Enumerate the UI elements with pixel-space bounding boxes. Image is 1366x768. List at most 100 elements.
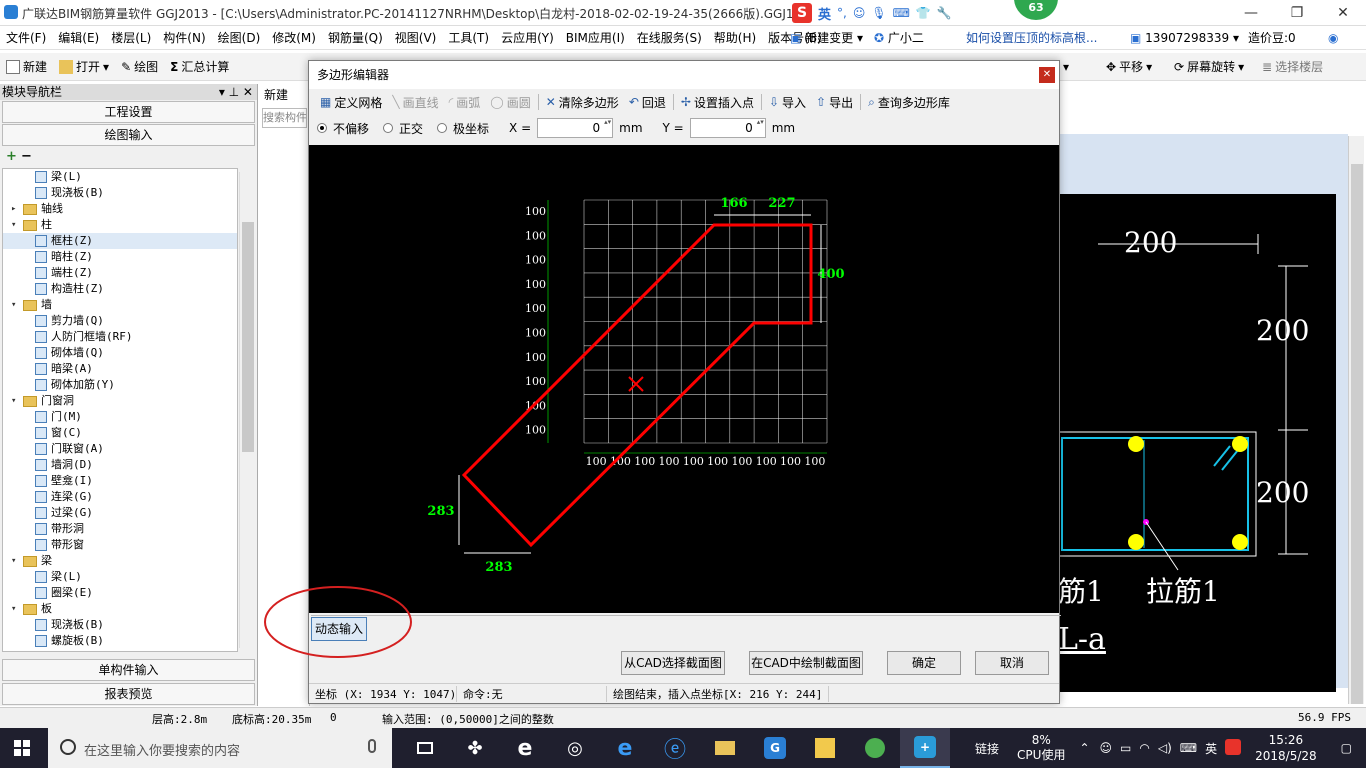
restore-icon[interactable]: ❐ [1274,0,1320,26]
tree-item[interactable]: ▾ 柱 [3,217,237,233]
y-input[interactable]: 0 [689,118,766,138]
insert-point-button[interactable]: ✢ 设置插入点 [676,94,759,111]
task-view-icon[interactable] [400,728,450,768]
tree-item[interactable]: 连梁(G) [3,489,237,505]
scroll-thumb[interactable] [242,222,254,452]
search-button[interactable]: ⌕ 查询多边形库 [863,94,955,111]
taskbar-search[interactable]: 在这里输入你要搜索的内容 [48,728,392,768]
tree-item[interactable]: 门联窗(A) [3,441,237,457]
select-floor-button[interactable]: ≣ 选择楼层 [1256,53,1329,81]
network-app-icon[interactable]: ◎ [550,728,600,768]
open-button[interactable]: 打开 ▾ [53,53,115,81]
tree-item[interactable]: 带形窗 [3,537,237,553]
new-button[interactable]: 新建 [0,53,53,81]
sum-calc-button[interactable]: Σ 汇总计算 [164,53,235,81]
windows-start-icon[interactable] [14,740,30,756]
menu-item[interactable]: 构件(N) [157,26,211,50]
cad-scroll-thumb[interactable] [1351,164,1363,704]
tree-item[interactable]: 砌体加筋(Y) [3,377,237,393]
single-input-button[interactable]: 单构件输入 [2,659,255,681]
circle-button[interactable]: ◯ 画圆 [485,94,535,111]
tree-item[interactable]: 墙洞(D) [3,457,237,473]
notes-app-icon[interactable] [800,728,850,768]
microphone-icon[interactable] [368,739,376,753]
cad-canvas[interactable]: 200 200 200 筋1 拉筋1 L-a [1057,194,1336,692]
ok-button[interactable]: 确定 [887,651,961,675]
tree-scrollbar[interactable] [239,172,255,648]
tree-item[interactable]: ▾ 板 [3,601,237,617]
notification-badge[interactable]: 63 [1014,0,1058,20]
draw-input-button[interactable]: 绘图输入 [2,124,255,146]
tree-item[interactable]: 窗(C) [3,425,237,441]
tree-item[interactable]: 端柱(Z) [3,265,237,281]
menu-item[interactable]: 在线服务(S) [631,26,708,50]
pan-button[interactable]: ✥ 平移 ▾ [1100,53,1158,81]
ie-browser-icon[interactable]: e [500,728,550,768]
tree-item[interactable]: 砌体墙(Q) [3,345,237,361]
import-button[interactable]: ⇩ 导入 [764,94,811,111]
tree-item[interactable]: ▸ 轴线 [3,201,237,217]
expand-toggle-icon[interactable]: ▾ [11,217,21,233]
new-change-menu[interactable]: ▣ 新建变更 ▾ [790,26,863,50]
menu-item[interactable]: 工具(T) [442,26,495,50]
menu-item[interactable]: 楼层(L) [105,26,157,50]
export-button[interactable]: ⇧ 导出 [811,94,858,111]
punctuation-icon[interactable]: °, [837,6,847,20]
rotate-button[interactable]: ⟳ 屏幕旋转 ▾ [1168,53,1250,81]
x-input[interactable]: 0 [537,118,614,138]
xiaoer-menu[interactable]: ✪ 广小二 [874,26,924,50]
tree-item[interactable]: 人防门框墙(RF) [3,329,237,345]
expand-all-icon[interactable]: + [6,149,17,164]
dialog-close-icon[interactable]: ✕ [1039,67,1055,83]
tree-item[interactable]: 门(M) [3,409,237,425]
lang-indicator[interactable]: 英 [1201,740,1221,757]
menu-item[interactable]: 文件(F) [0,26,52,50]
sogou-ime-icon[interactable]: S [792,3,812,23]
tree-item[interactable]: 构造柱(Z) [3,281,237,297]
expand-toggle-icon[interactable]: ▾ [11,553,21,569]
tree-item[interactable]: ▾ 墙 [3,297,237,313]
report-preview-button[interactable]: 报表预览 [2,683,255,705]
voice-icon[interactable]: 🎙 [871,6,886,20]
tree-item[interactable]: ▾ 梁 [3,553,237,569]
tree-item[interactable]: 暗梁(A) [3,361,237,377]
battery-icon[interactable]: ▭ [1116,741,1135,755]
clock[interactable]: 15:26 2018/5/28 [1245,732,1327,764]
tree-item[interactable]: 现浇板(B) [3,185,237,201]
question-link[interactable]: 如何设置压顶的标高根... [966,26,1097,50]
wifi-icon[interactable]: ◠ [1135,741,1153,755]
link-label[interactable]: 链接 [965,740,1009,757]
project-settings-button[interactable]: 工程设置 [2,101,255,123]
tree-item[interactable]: 过梁(G) [3,505,237,521]
polar-radio[interactable] [437,123,448,133]
cad-scrollbar[interactable] [1348,136,1364,704]
fan-app-icon[interactable]: ✤ [450,728,500,768]
menu-item[interactable]: 绘图(D) [212,26,267,50]
menu-item[interactable]: 编辑(E) [52,26,105,50]
ime-lang-indicator[interactable]: 英 [818,4,831,23]
sogou-tray-icon[interactable] [1221,738,1245,758]
line-button[interactable]: ╲ 画直线 [387,94,443,111]
file-explorer-icon[interactable] [700,728,750,768]
tree-item[interactable]: 暗柱(Z) [3,249,237,265]
expand-toggle-icon[interactable]: ▾ [11,601,21,617]
mid-new-button[interactable]: 新建 [260,84,309,106]
tree-item[interactable]: 带形洞 [3,521,237,537]
undo-button[interactable]: ↶ 回退 [624,94,671,111]
tools-icon[interactable]: 🔧 [937,6,952,20]
draw-in-cad-button[interactable]: 在CAD中绘制截面图 [749,651,863,675]
tree-item[interactable]: ▾ 门窗洞 [3,393,237,409]
emoji-icon[interactable]: ☺ [853,6,866,20]
green-app-icon[interactable] [850,728,900,768]
menu-item[interactable]: 云应用(Y) [495,26,560,50]
keyboard-icon[interactable]: ⌨ [893,6,910,20]
menu-item[interactable]: 钢筋量(Q) [322,26,389,50]
edge-browser-icon[interactable]: e [600,728,650,768]
tree-item[interactable]: 螺旋板(B) [3,633,237,649]
price-beans[interactable]: 造价豆:0 [1248,26,1296,50]
ime-toolbar[interactable]: S 英 °, ☺ 🎙 ⌨ 👕 🔧 [792,2,952,24]
expand-toggle-icon[interactable]: ▾ [11,393,21,409]
no-offset-radio[interactable] [317,123,327,133]
draw-button[interactable]: ✎ 绘图 [115,53,164,81]
glodon-g-icon[interactable]: G [750,728,800,768]
